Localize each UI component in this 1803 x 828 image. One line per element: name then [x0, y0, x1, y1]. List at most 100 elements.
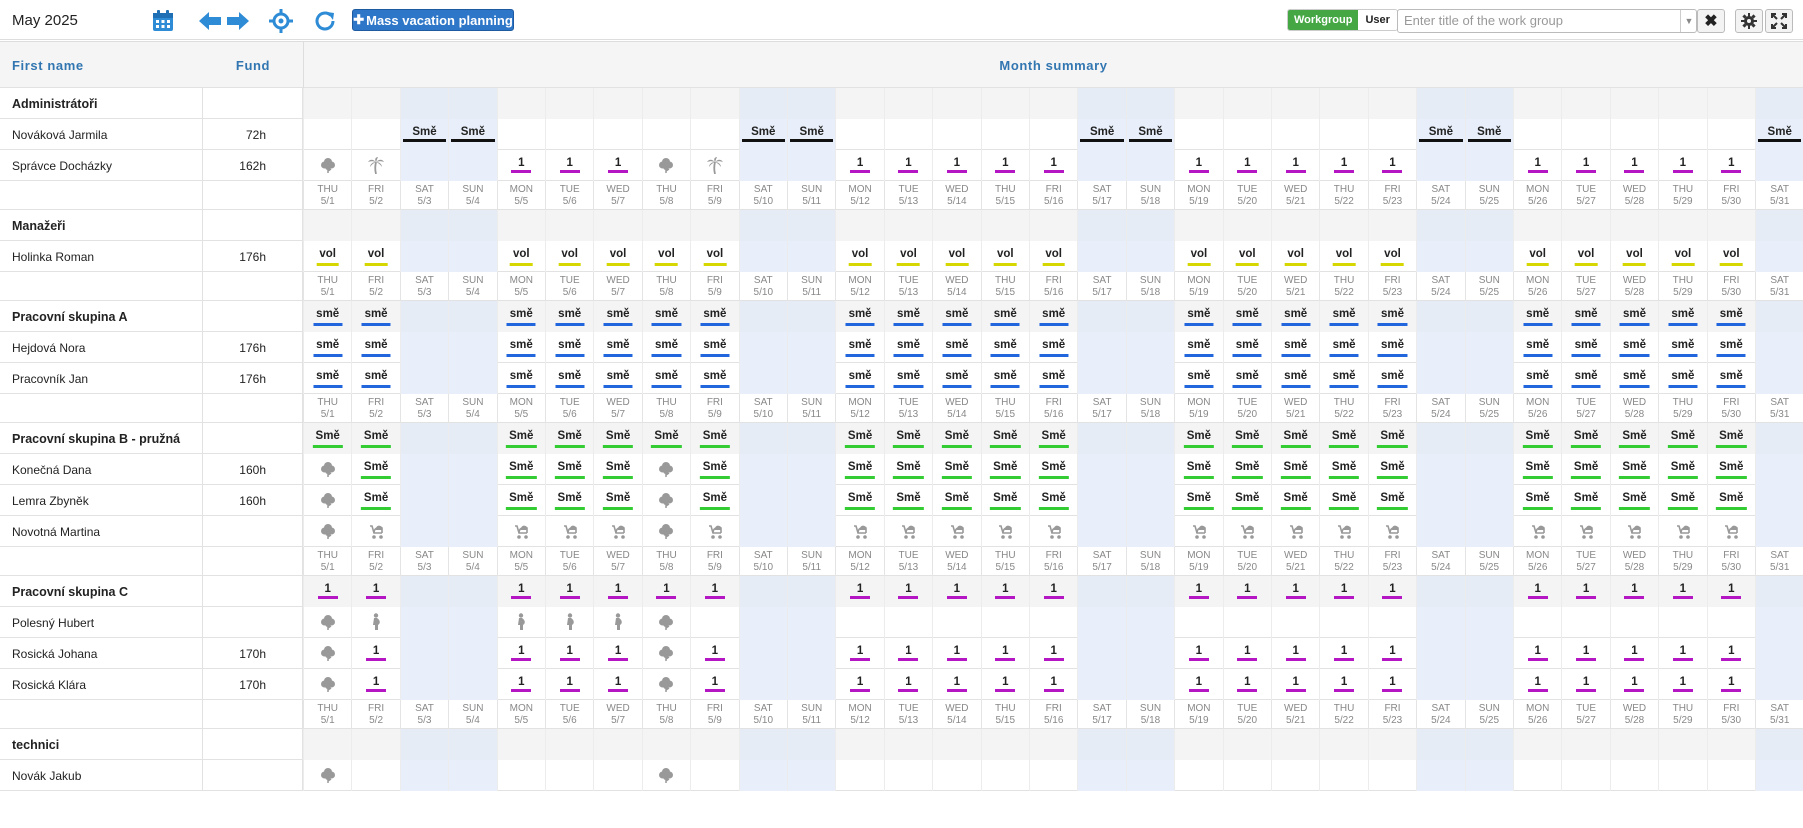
- day-cell[interactable]: [1609, 516, 1658, 547]
- day-cell[interactable]: vol: [1658, 241, 1706, 272]
- day-cell[interactable]: smě: [1658, 332, 1706, 363]
- day-cell[interactable]: [1125, 88, 1175, 119]
- day-cell[interactable]: [1077, 363, 1126, 394]
- day-cell[interactable]: vol: [1609, 241, 1658, 272]
- day-cell[interactable]: 1: [1222, 638, 1271, 669]
- day-cell[interactable]: [303, 638, 351, 669]
- day-cell[interactable]: [932, 119, 980, 150]
- day-cell[interactable]: [1077, 332, 1126, 363]
- day-cell[interactable]: 1: [883, 150, 932, 181]
- day-cell[interactable]: [787, 332, 836, 363]
- day-cell[interactable]: smě: [1174, 332, 1222, 363]
- day-cell[interactable]: [787, 454, 836, 485]
- day-cell[interactable]: [738, 669, 787, 700]
- day-cell[interactable]: [1367, 516, 1416, 547]
- day-cell[interactable]: 1: [835, 669, 883, 700]
- day-cell[interactable]: [738, 363, 787, 394]
- group-name[interactable]: Pracovní skupina C: [0, 576, 203, 607]
- day-cell[interactable]: 1: [1367, 638, 1416, 669]
- day-cell[interactable]: [351, 729, 400, 760]
- day-cell[interactable]: [1561, 119, 1609, 150]
- day-cell[interactable]: [1077, 210, 1126, 241]
- day-cell[interactable]: [932, 729, 981, 760]
- employee-name[interactable]: Polesný Hubert: [0, 607, 203, 638]
- day-cell[interactable]: smě: [545, 301, 594, 332]
- calendar-icon[interactable]: [150, 8, 176, 34]
- day-cell[interactable]: 1: [1271, 150, 1319, 181]
- day-cell[interactable]: [1416, 332, 1465, 363]
- day-cell[interactable]: [1271, 516, 1319, 547]
- day-cell[interactable]: [1077, 241, 1126, 272]
- day-cell[interactable]: [1174, 760, 1222, 791]
- day-cell[interactable]: [1222, 210, 1271, 241]
- day-cell[interactable]: 1: [1029, 150, 1077, 181]
- day-cell[interactable]: [545, 516, 593, 547]
- day-cell[interactable]: [1077, 454, 1126, 485]
- day-cell[interactable]: [1513, 760, 1561, 791]
- day-cell[interactable]: [399, 638, 449, 669]
- day-cell[interactable]: [593, 729, 642, 760]
- day-cell[interactable]: [545, 88, 594, 119]
- day-cell[interactable]: [1561, 210, 1610, 241]
- day-cell[interactable]: 1: [1561, 669, 1609, 700]
- day-cell[interactable]: [690, 150, 738, 181]
- day-cell[interactable]: [545, 210, 594, 241]
- day-cell[interactable]: [738, 729, 787, 760]
- day-cell[interactable]: [1416, 88, 1465, 119]
- day-cell[interactable]: [448, 150, 497, 181]
- day-cell[interactable]: smě: [932, 301, 981, 332]
- day-cell[interactable]: Smě: [1222, 454, 1271, 485]
- day-cell[interactable]: [787, 638, 836, 669]
- day-cell[interactable]: [1367, 729, 1417, 760]
- day-cell[interactable]: smě: [1658, 363, 1706, 394]
- day-cell[interactable]: Smě: [496, 485, 545, 516]
- day-cell[interactable]: [496, 729, 545, 760]
- day-cell[interactable]: [593, 516, 641, 547]
- day-cell[interactable]: 1: [593, 638, 641, 669]
- day-cell[interactable]: smě: [932, 363, 980, 394]
- day-cell[interactable]: [932, 210, 981, 241]
- day-cell[interactable]: [351, 150, 399, 181]
- day-cell[interactable]: [1319, 119, 1367, 150]
- day-cell[interactable]: [980, 760, 1029, 791]
- day-cell[interactable]: [1464, 669, 1513, 700]
- day-cell[interactable]: Smě: [1658, 485, 1706, 516]
- day-cell[interactable]: [1077, 760, 1126, 791]
- day-cell[interactable]: [1416, 210, 1465, 241]
- day-cell[interactable]: [303, 150, 351, 181]
- day-cell[interactable]: [1271, 88, 1320, 119]
- day-cell[interactable]: [1513, 210, 1562, 241]
- day-cell[interactable]: [835, 516, 883, 547]
- day-cell[interactable]: [448, 516, 497, 547]
- day-cell[interactable]: 1: [1658, 150, 1706, 181]
- day-cell[interactable]: [641, 88, 691, 119]
- day-cell[interactable]: [1755, 454, 1803, 485]
- day-cell[interactable]: 1: [1319, 669, 1367, 700]
- day-cell[interactable]: [1416, 607, 1465, 638]
- day-cell[interactable]: [1029, 88, 1078, 119]
- day-cell[interactable]: [1658, 760, 1706, 791]
- day-cell[interactable]: [1077, 669, 1126, 700]
- day-cell[interactable]: [351, 607, 399, 638]
- day-cell[interactable]: 1: [835, 150, 883, 181]
- day-cell[interactable]: Smě: [593, 454, 641, 485]
- day-cell[interactable]: 1: [1609, 150, 1658, 181]
- day-cell[interactable]: Smě: [1609, 485, 1658, 516]
- day-cell[interactable]: 1: [1367, 576, 1417, 607]
- day-cell[interactable]: smě: [1271, 332, 1319, 363]
- day-cell[interactable]: 1: [351, 669, 399, 700]
- day-cell[interactable]: [787, 516, 836, 547]
- employee-name[interactable]: Nováková Jarmila: [0, 119, 203, 150]
- day-cell[interactable]: [1416, 516, 1465, 547]
- day-cell[interactable]: [1755, 760, 1803, 791]
- day-cell[interactable]: [1077, 301, 1126, 332]
- day-cell[interactable]: Smě: [1561, 423, 1610, 454]
- day-cell[interactable]: [1755, 485, 1803, 516]
- day-cell[interactable]: Smě: [1125, 119, 1175, 150]
- user-toggle-button[interactable]: User: [1358, 10, 1397, 30]
- day-cell[interactable]: [1755, 729, 1803, 760]
- day-cell[interactable]: [399, 332, 449, 363]
- day-cell[interactable]: [883, 88, 933, 119]
- day-cell[interactable]: vol: [835, 241, 883, 272]
- day-cell[interactable]: [980, 516, 1029, 547]
